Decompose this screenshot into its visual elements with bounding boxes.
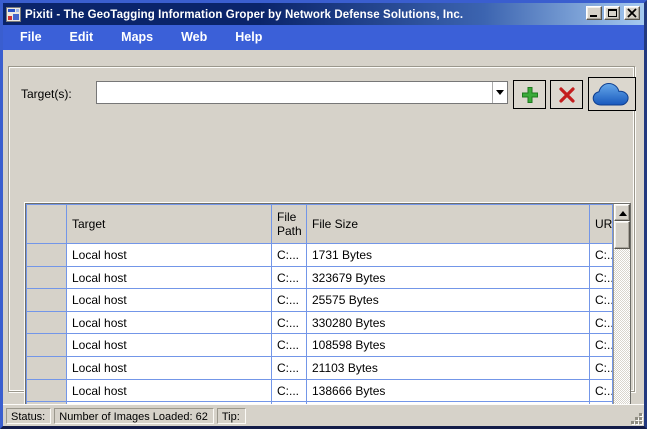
table-row: Local hostC:...25575 BytesC:... <box>27 289 613 312</box>
table-row: Local hostC:...108598 BytesC:... <box>27 334 613 357</box>
target-combobox[interactable] <box>96 81 508 104</box>
column-header-target[interactable]: Target <box>67 205 272 244</box>
table-row: Local hostC:...330280 BytesC:... <box>27 312 613 335</box>
cell-url[interactable]: C:... <box>590 312 613 335</box>
minimize-icon <box>590 15 597 17</box>
cell-url[interactable]: C:... <box>590 289 613 312</box>
cell-filesize[interactable]: 330280 Bytes <box>307 312 590 335</box>
scroll-up-button[interactable] <box>614 204 630 221</box>
cell-filepath[interactable]: C:... <box>272 357 307 380</box>
cell-url[interactable]: C:... <box>590 357 613 380</box>
cell-filesize[interactable]: 1731 Bytes <box>307 244 590 267</box>
close-icon <box>627 8 637 18</box>
cell-url[interactable]: C:... <box>590 267 613 290</box>
menu-web[interactable]: Web <box>172 26 216 49</box>
cell-filepath[interactable]: C:... <box>272 267 307 290</box>
column-header-url[interactable]: URL <box>590 205 613 244</box>
row-header-cell[interactable] <box>27 312 67 335</box>
cell-filepath[interactable]: C:... <box>272 334 307 357</box>
cloud-icon <box>592 81 632 108</box>
title-bar: Pixiti - The GeoTagging Information Grop… <box>3 3 644 25</box>
close-button[interactable] <box>624 6 640 20</box>
menu-bar: File Edit Maps Web Help <box>3 25 644 50</box>
app-icon <box>6 7 21 22</box>
cell-filepath[interactable]: C:... <box>272 380 307 403</box>
cell-target[interactable]: Local host <box>67 267 272 290</box>
status-panel: Status: <box>6 408 51 424</box>
cell-target[interactable]: Local host <box>67 312 272 335</box>
cell-target[interactable]: Local host <box>67 380 272 403</box>
plus-icon <box>521 86 539 104</box>
row-header-cell[interactable] <box>27 244 67 267</box>
window-title: Pixiti - The GeoTagging Information Grop… <box>25 8 463 21</box>
app-window: Pixiti - The GeoTagging Information Grop… <box>0 0 647 429</box>
table-row: Local hostC:...138666 BytesC:... <box>27 380 613 403</box>
row-header-cell[interactable] <box>27 334 67 357</box>
cell-filepath[interactable]: C:... <box>272 312 307 335</box>
combobox-dropdown-button[interactable] <box>492 82 507 103</box>
cell-url[interactable]: C:... <box>590 244 613 267</box>
scrollbar-thumb[interactable] <box>614 221 630 249</box>
resize-grip[interactable] <box>629 411 642 424</box>
table-row: Local hostC:...323679 BytesC:... <box>27 267 613 290</box>
menu-file[interactable]: File <box>11 26 51 49</box>
vertical-scrollbar[interactable] <box>613 204 630 429</box>
cell-filesize[interactable]: 108598 Bytes <box>307 334 590 357</box>
cell-filesize[interactable]: 138666 Bytes <box>307 380 590 403</box>
row-header-cell[interactable] <box>27 357 67 380</box>
cloud-upload-button[interactable] <box>588 77 636 111</box>
row-header-cell[interactable] <box>27 289 67 312</box>
delete-target-button[interactable] <box>550 80 583 109</box>
cell-filesize[interactable]: 21103 Bytes <box>307 357 590 380</box>
results-grid: Target File Path File Size URL Local hos… <box>25 203 631 429</box>
grid-corner-header[interactable] <box>27 205 67 244</box>
tip-panel: Tip: <box>217 408 246 424</box>
minimize-button[interactable] <box>586 6 602 20</box>
grid-header-row: Target File Path File Size URL <box>27 205 613 244</box>
cell-url[interactable]: C:... <box>590 334 613 357</box>
row-header-cell[interactable] <box>27 380 67 403</box>
column-header-file-size[interactable]: File Size <box>307 205 590 244</box>
cell-target[interactable]: Local host <box>67 289 272 312</box>
row-header-cell[interactable] <box>27 267 67 290</box>
red-x-icon <box>558 87 576 103</box>
menu-maps[interactable]: Maps <box>112 26 162 49</box>
cell-target[interactable]: Local host <box>67 244 272 267</box>
grid-viewport: Target File Path File Size URL Local hos… <box>26 204 613 429</box>
cell-filepath[interactable]: C:... <box>272 289 307 312</box>
grid-rows: Local hostC:...1731 BytesC:...Local host… <box>27 244 613 429</box>
images-loaded-panel: Number of Images Loaded: 62 <box>54 408 214 424</box>
cell-url[interactable]: C:... <box>590 380 613 403</box>
cell-filesize[interactable]: 323679 Bytes <box>307 267 590 290</box>
column-header-file-path[interactable]: File Path <box>272 205 307 244</box>
status-bar: Status: Number of Images Loaded: 62 Tip: <box>3 404 644 426</box>
target-label: Target(s): <box>21 87 72 101</box>
maximize-icon <box>608 9 617 17</box>
cell-target[interactable]: Local host <box>67 334 272 357</box>
table-row: Local hostC:...1731 BytesC:... <box>27 244 613 267</box>
chevron-down-icon <box>496 90 504 95</box>
maximize-button[interactable] <box>604 6 620 20</box>
add-target-button[interactable] <box>513 80 546 109</box>
menu-help[interactable]: Help <box>226 26 271 49</box>
cell-target[interactable]: Local host <box>67 357 272 380</box>
menu-edit[interactable]: Edit <box>61 26 103 49</box>
main-groupbox: Target(s): <box>8 66 635 392</box>
cell-filepath[interactable]: C:... <box>272 244 307 267</box>
target-combobox-value[interactable] <box>97 82 492 103</box>
arrow-up-icon <box>619 211 627 216</box>
table-row: Local hostC:...21103 BytesC:... <box>27 357 613 380</box>
cell-filesize[interactable]: 25575 Bytes <box>307 289 590 312</box>
